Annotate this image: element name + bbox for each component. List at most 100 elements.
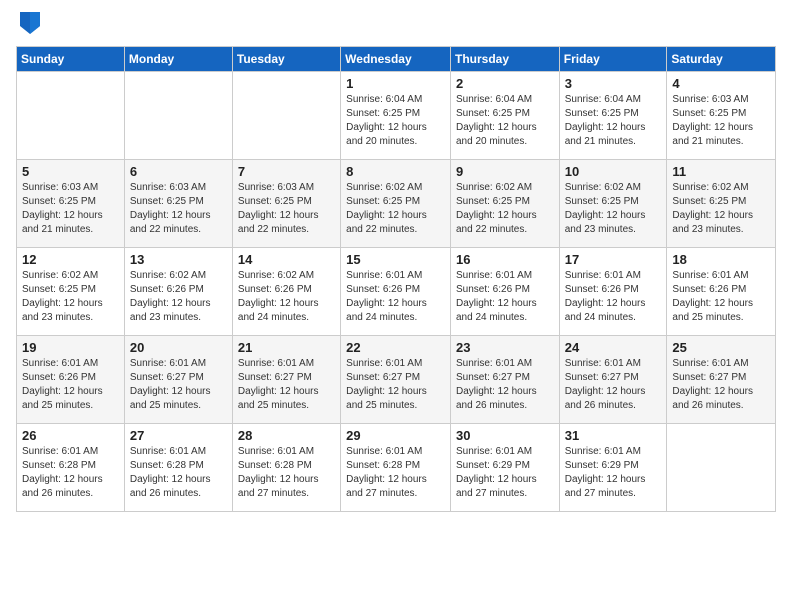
day-info: Sunrise: 6:01 AM Sunset: 6:28 PM Dayligh… bbox=[238, 445, 335, 501]
calendar-cell: 25Sunrise: 6:01 AM Sunset: 6:27 PM Dayli… bbox=[667, 336, 776, 424]
day-info: Sunrise: 6:03 AM Sunset: 6:25 PM Dayligh… bbox=[22, 181, 119, 237]
calendar-cell: 24 Sunrise: 6:01 AM Sunset: 6:27 PM Dayli… bbox=[559, 336, 667, 424]
calendar-cell: 1 Sunrise: 6:04 AM Sunset: 6:25 PM Daylig… bbox=[341, 72, 451, 160]
day-info: Sunrise: 6:01 AM Sunset: 6:28 PM Dayligh… bbox=[346, 445, 445, 501]
day-info: Sunrise: 6:01 AM Sunset: 6:27 PM Dayligh… bbox=[130, 357, 227, 413]
calendar-cell bbox=[232, 72, 340, 160]
day-info: Sunrise: 6:01 AM Sunset: 6:29 PM Dayligh… bbox=[456, 445, 554, 501]
day-number: 7 bbox=[238, 164, 335, 179]
calendar-cell: 31Sunrise: 6:01 AM Sunset: 6:29 PM Dayli… bbox=[559, 424, 667, 512]
calendar-cell: 14 Sunrise: 6:02 AM Sunset: 6:26 PM Dayli… bbox=[232, 248, 340, 336]
calendar-header-row: SundayMondayTuesdayWednesdayThursdayFrid… bbox=[17, 47, 776, 72]
calendar-week-row: 12 Sunrise: 6:02 AM Sunset: 6:25 PM Dayli… bbox=[17, 248, 776, 336]
calendar-cell: 10 Sunrise: 6:02 AM Sunset: 6:25 PM Dayli… bbox=[559, 160, 667, 248]
calendar-cell: 18Sunrise: 6:01 AM Sunset: 6:26 PM Dayli… bbox=[667, 248, 776, 336]
calendar-cell: 4 Sunrise: 6:03 AM Sunset: 6:25 PM Daylig… bbox=[667, 72, 776, 160]
calendar-cell: 17 Sunrise: 6:01 AM Sunset: 6:26 PM Dayli… bbox=[559, 248, 667, 336]
calendar-cell: 15 Sunrise: 6:01 AM Sunset: 6:26 PM Dayli… bbox=[341, 248, 451, 336]
day-number: 12 bbox=[22, 252, 119, 267]
calendar-cell bbox=[124, 72, 232, 160]
calendar-cell: 8 Sunrise: 6:02 AM Sunset: 6:25 PM Daylig… bbox=[341, 160, 451, 248]
day-number: 3 bbox=[565, 76, 662, 91]
calendar-cell: 27Sunrise: 6:01 AM Sunset: 6:28 PM Dayli… bbox=[124, 424, 232, 512]
logo-icon bbox=[18, 8, 42, 36]
weekday-header: Tuesday bbox=[232, 47, 340, 72]
calendar-cell: 19Sunrise: 6:01 AM Sunset: 6:26 PM Dayli… bbox=[17, 336, 125, 424]
day-info: Sunrise: 6:01 AM Sunset: 6:27 PM Dayligh… bbox=[346, 357, 445, 413]
day-info: Sunrise: 6:01 AM Sunset: 6:27 PM Dayligh… bbox=[238, 357, 335, 413]
day-number: 23 bbox=[456, 340, 554, 355]
day-info: Sunrise: 6:01 AM Sunset: 6:26 PM Dayligh… bbox=[346, 269, 445, 325]
day-number: 26 bbox=[22, 428, 119, 443]
day-info: Sunrise: 6:01 AM Sunset: 6:27 PM Dayligh… bbox=[672, 357, 770, 413]
page: SundayMondayTuesdayWednesdayThursdayFrid… bbox=[0, 0, 792, 612]
calendar-cell: 2 Sunrise: 6:04 AM Sunset: 6:25 PM Daylig… bbox=[450, 72, 559, 160]
calendar-cell: 20 Sunrise: 6:01 AM Sunset: 6:27 PM Dayli… bbox=[124, 336, 232, 424]
day-info: Sunrise: 6:01 AM Sunset: 6:27 PM Dayligh… bbox=[565, 357, 662, 413]
day-info: Sunrise: 6:04 AM Sunset: 6:25 PM Dayligh… bbox=[456, 93, 554, 149]
weekday-header: Saturday bbox=[667, 47, 776, 72]
calendar-week-row: 26 Sunrise: 6:01 AM Sunset: 6:28 PM Dayli… bbox=[17, 424, 776, 512]
day-info: Sunrise: 6:02 AM Sunset: 6:25 PM Dayligh… bbox=[22, 269, 119, 325]
day-number: 24 bbox=[565, 340, 662, 355]
calendar-cell: 16Sunrise: 6:01 AM Sunset: 6:26 PM Dayli… bbox=[450, 248, 559, 336]
day-info: Sunrise: 6:01 AM Sunset: 6:26 PM Dayligh… bbox=[565, 269, 662, 325]
calendar-cell: 3Sunrise: 6:04 AM Sunset: 6:25 PM Daylig… bbox=[559, 72, 667, 160]
day-number: 2 bbox=[456, 76, 554, 91]
day-number: 10 bbox=[565, 164, 662, 179]
weekday-header: Monday bbox=[124, 47, 232, 72]
calendar-cell: 11 Sunrise: 6:02 AM Sunset: 6:25 PM Dayli… bbox=[667, 160, 776, 248]
weekday-header: Sunday bbox=[17, 47, 125, 72]
header bbox=[16, 12, 776, 36]
calendar-cell: 22 Sunrise: 6:01 AM Sunset: 6:27 PM Dayli… bbox=[341, 336, 451, 424]
day-number: 6 bbox=[130, 164, 227, 179]
day-number: 20 bbox=[130, 340, 227, 355]
weekday-header: Wednesday bbox=[341, 47, 451, 72]
day-number: 15 bbox=[346, 252, 445, 267]
day-number: 27 bbox=[130, 428, 227, 443]
day-number: 16 bbox=[456, 252, 554, 267]
day-info: Sunrise: 6:03 AM Sunset: 6:25 PM Dayligh… bbox=[130, 181, 227, 237]
day-number: 1 bbox=[346, 76, 445, 91]
calendar-cell: 21 Sunrise: 6:01 AM Sunset: 6:27 PM Dayli… bbox=[232, 336, 340, 424]
day-info: Sunrise: 6:03 AM Sunset: 6:25 PM Dayligh… bbox=[238, 181, 335, 237]
calendar-cell: 9 Sunrise: 6:02 AM Sunset: 6:25 PM Daylig… bbox=[450, 160, 559, 248]
day-info: Sunrise: 6:02 AM Sunset: 6:26 PM Dayligh… bbox=[238, 269, 335, 325]
day-info: Sunrise: 6:04 AM Sunset: 6:25 PM Dayligh… bbox=[346, 93, 445, 149]
day-info: Sunrise: 6:02 AM Sunset: 6:25 PM Dayligh… bbox=[672, 181, 770, 237]
weekday-header: Thursday bbox=[450, 47, 559, 72]
day-info: Sunrise: 6:02 AM Sunset: 6:25 PM Dayligh… bbox=[565, 181, 662, 237]
day-number: 8 bbox=[346, 164, 445, 179]
calendar-week-row: 1 Sunrise: 6:04 AM Sunset: 6:25 PM Daylig… bbox=[17, 72, 776, 160]
calendar-cell: 7 Sunrise: 6:03 AM Sunset: 6:25 PM Daylig… bbox=[232, 160, 340, 248]
calendar-cell: 30 Sunrise: 6:01 AM Sunset: 6:29 PM Dayli… bbox=[450, 424, 559, 512]
day-number: 28 bbox=[238, 428, 335, 443]
logo bbox=[16, 12, 42, 36]
calendar-cell: 23 Sunrise: 6:01 AM Sunset: 6:27 PM Dayli… bbox=[450, 336, 559, 424]
calendar-cell: 6 Sunrise: 6:03 AM Sunset: 6:25 PM Daylig… bbox=[124, 160, 232, 248]
day-info: Sunrise: 6:02 AM Sunset: 6:25 PM Dayligh… bbox=[456, 181, 554, 237]
day-number: 22 bbox=[346, 340, 445, 355]
calendar-cell: 29Sunrise: 6:01 AM Sunset: 6:28 PM Dayli… bbox=[341, 424, 451, 512]
day-number: 5 bbox=[22, 164, 119, 179]
day-number: 17 bbox=[565, 252, 662, 267]
calendar-cell: 13Sunrise: 6:02 AM Sunset: 6:26 PM Dayli… bbox=[124, 248, 232, 336]
day-number: 31 bbox=[565, 428, 662, 443]
day-info: Sunrise: 6:03 AM Sunset: 6:25 PM Dayligh… bbox=[672, 93, 770, 149]
weekday-header: Friday bbox=[559, 47, 667, 72]
day-number: 21 bbox=[238, 340, 335, 355]
day-number: 18 bbox=[672, 252, 770, 267]
day-number: 30 bbox=[456, 428, 554, 443]
logo-text bbox=[16, 12, 42, 36]
day-number: 11 bbox=[672, 164, 770, 179]
day-info: Sunrise: 6:02 AM Sunset: 6:25 PM Dayligh… bbox=[346, 181, 445, 237]
calendar-cell: 12 Sunrise: 6:02 AM Sunset: 6:25 PM Dayli… bbox=[17, 248, 125, 336]
day-number: 13 bbox=[130, 252, 227, 267]
day-number: 14 bbox=[238, 252, 335, 267]
calendar-cell bbox=[667, 424, 776, 512]
day-info: Sunrise: 6:01 AM Sunset: 6:27 PM Dayligh… bbox=[456, 357, 554, 413]
day-number: 9 bbox=[456, 164, 554, 179]
day-info: Sunrise: 6:01 AM Sunset: 6:28 PM Dayligh… bbox=[22, 445, 119, 501]
day-number: 4 bbox=[672, 76, 770, 91]
calendar: SundayMondayTuesdayWednesdayThursdayFrid… bbox=[16, 46, 776, 512]
